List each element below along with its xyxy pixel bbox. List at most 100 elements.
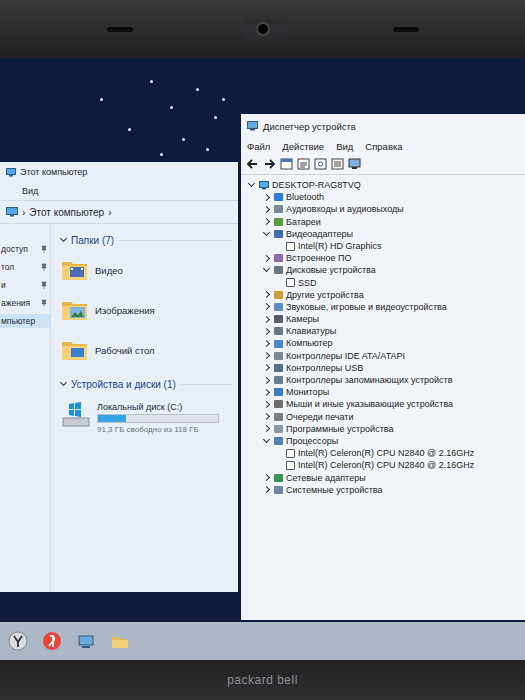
taskbar-button[interactable] [108,629,132,653]
expander[interactable] [262,269,271,271]
expand-chevron-icon[interactable] [60,379,67,386]
sidebar-item[interactable]: доступ [0,242,50,256]
expand-chevron-icon[interactable] [263,389,270,396]
expander[interactable] [262,341,271,346]
expander[interactable] [262,487,271,492]
expand-chevron-icon[interactable] [60,235,67,242]
device-manager-window[interactable]: Диспетчер устройствФайлДействиеВидСправк… [241,114,525,620]
expand-chevron-icon[interactable] [263,486,270,493]
expand-chevron-icon[interactable] [263,316,270,323]
menu-item[interactable]: Вид [336,141,353,152]
expand-chevron-icon[interactable] [263,413,270,420]
group-header[interactable]: Папки (7) [61,232,232,248]
device-category[interactable]: Контроллеры USB [247,362,525,374]
device-item[interactable]: Intel(R) HD Graphics [247,240,525,252]
device-category[interactable]: Сетевые адаптеры [247,472,525,484]
device-category[interactable]: Клавиатуры [247,325,525,337]
ribbon-tab[interactable]: Вид [22,186,38,196]
expand-chevron-icon[interactable] [263,218,270,225]
device-category[interactable]: Компьютер [247,337,525,349]
address-bar[interactable]: ›Этот компьютер› [0,201,238,224]
expand-chevron-icon[interactable] [263,364,270,371]
expand-chevron-icon[interactable] [263,229,270,236]
device-category[interactable]: Мониторы [247,386,525,398]
expand-chevron-icon[interactable] [263,401,270,408]
device-category[interactable]: Контроллеры запоминающих устройств [247,374,525,386]
device-category[interactable]: Процессоры [247,435,525,447]
expander[interactable] [247,184,256,186]
expander[interactable] [262,378,271,383]
expander[interactable] [262,207,271,212]
expander[interactable] [262,304,271,309]
expander[interactable] [262,402,271,407]
toolbar-button[interactable] [297,158,310,170]
device-category[interactable]: Встроенное ПО [247,252,525,264]
device-category[interactable]: Батареи [247,216,525,228]
expand-chevron-icon[interactable] [263,255,270,262]
expand-chevron-icon[interactable] [263,303,270,310]
expand-chevron-icon[interactable] [263,328,270,335]
expander[interactable] [262,233,271,235]
device-category[interactable]: Другие устройства [247,289,525,301]
expand-chevron-icon[interactable] [263,474,270,481]
device-category[interactable]: Дисковые устройства [247,264,525,276]
taskbar-button[interactable] [40,629,64,653]
expand-chevron-icon[interactable] [263,206,270,213]
group-header[interactable]: Устройства и диски (1) [61,376,232,392]
taskbar-button[interactable] [74,629,98,653]
disk-item[interactable]: Локальный диск (C:)91,3 ГБ свободно из 1… [61,396,232,434]
menu-item[interactable]: Действие [282,141,324,152]
expand-chevron-icon[interactable] [263,265,270,272]
explorer-window[interactable]: Этот компьютерВид›Этот компьютер›доступт… [0,162,238,592]
toolbar-button[interactable] [331,158,344,170]
device-category[interactable]: Камеры [247,313,525,325]
device-item[interactable]: Intel(R) Celeron(R) CPU N2840 @ 2.16GHz [247,447,525,459]
expander[interactable] [262,353,271,358]
expander[interactable] [262,440,271,442]
expander[interactable] [262,414,271,419]
device-category[interactable]: Программные устройства [247,423,525,435]
expand-chevron-icon[interactable] [263,194,270,201]
device-category[interactable]: Контроллеры IDE ATA/ATAPI [247,350,525,362]
expander[interactable] [262,426,271,431]
expander[interactable] [262,292,271,297]
expand-chevron-icon[interactable] [263,340,270,347]
device-item[interactable]: SSD [247,277,525,289]
device-category[interactable]: Звуковые, игровые и видеоустройства [247,301,525,313]
expander[interactable] [262,256,271,261]
expand-chevron-icon[interactable] [248,180,255,187]
menu-item[interactable]: Файл [247,141,270,152]
menu-item[interactable]: Справка [365,141,402,152]
expander[interactable] [262,390,271,395]
toolbar-button[interactable] [246,158,259,170]
sidebar-item[interactable]: мпьютер [0,314,50,328]
expand-chevron-icon[interactable] [263,377,270,384]
expander[interactable] [262,219,271,224]
device-category[interactable]: Мыши и иные указывающие устройства [247,398,525,410]
sidebar-item[interactable]: и [0,278,50,292]
expand-chevron-icon[interactable] [263,436,270,443]
toolbar-button[interactable] [263,158,276,170]
expander[interactable] [262,475,271,480]
toolbar-button[interactable] [314,158,327,170]
tree-root[interactable]: DESKTOP-RAG8TVQ [247,179,525,191]
folder-item[interactable]: Изображения [61,292,232,328]
expand-chevron-icon[interactable] [263,352,270,359]
folder-item[interactable]: Рабочий стол [61,332,232,368]
device-item[interactable]: Intel(R) Celeron(R) CPU N2840 @ 2.16GHz [247,459,525,471]
device-category[interactable]: Bluetooth [247,191,525,203]
expander[interactable] [262,195,271,200]
sidebar-item[interactable]: тол [0,260,50,274]
toolbar-button[interactable] [348,158,361,170]
sidebar-item[interactable]: ажения [0,296,50,310]
device-category[interactable]: Очереди печати [247,411,525,423]
expander[interactable] [262,365,271,370]
expander[interactable] [262,317,271,322]
device-category[interactable]: Системные устройства [247,484,525,496]
folder-item[interactable]: Видео [61,252,232,288]
expand-chevron-icon[interactable] [263,425,270,432]
expand-chevron-icon[interactable] [263,291,270,298]
toolbar-button[interactable] [280,158,293,170]
expander[interactable] [262,329,271,334]
taskbar-button[interactable] [6,629,30,653]
